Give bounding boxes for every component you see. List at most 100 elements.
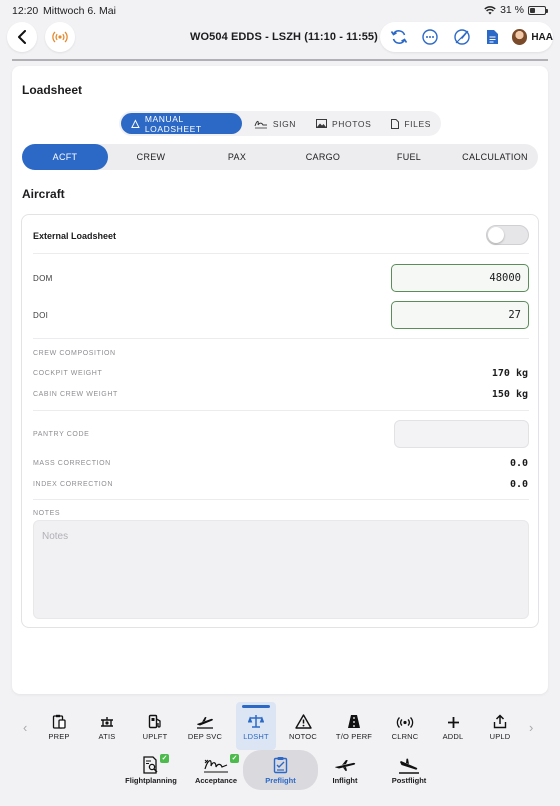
cockpit-weight-value: 170 kg <box>491 368 528 379</box>
tab-crew[interactable]: CREW <box>108 144 194 170</box>
dom-label: DOM <box>33 274 53 283</box>
battery-percent: 31 % <box>500 4 524 16</box>
status-right: 31 % <box>484 4 548 16</box>
runway-icon <box>348 715 360 728</box>
segment-sign[interactable]: SIGN <box>246 113 304 134</box>
tab-fuel[interactable]: FUEL <box>366 144 452 170</box>
module-label: UPLD <box>489 732 511 741</box>
flight-title: WO504 EDDS - LSZH (11:10 - 11:55) <box>190 31 378 43</box>
scroll-right-icon[interactable]: › <box>529 720 533 735</box>
module-upld[interactable]: UPLD <box>480 702 520 750</box>
pantry-code-input[interactable] <box>394 420 529 448</box>
segment-label: MANUAL LOADSHEET <box>144 113 202 134</box>
scale-icon <box>248 715 264 728</box>
document-icon <box>487 30 499 44</box>
photo-icon <box>316 119 328 128</box>
scale-icon <box>131 118 140 128</box>
phase-flightplanning[interactable]: ✓ Flightplanning <box>121 750 181 790</box>
tab-pax[interactable]: PAX <box>194 144 280 170</box>
doi-input[interactable]: 27 <box>391 301 529 329</box>
aircraft-title: Aircraft <box>22 187 65 201</box>
mass-correction-label: MASS CORRECTION <box>33 460 111 467</box>
cabin-crew-weight-label: CABIN CREW WEIGHT <box>33 391 118 398</box>
tab-acft[interactable]: ACFT <box>22 144 108 170</box>
module-label: UPLFT <box>142 732 168 741</box>
avatar[interactable] <box>511 29 528 45</box>
documents-button[interactable] <box>480 24 505 50</box>
cabin-crew-weight-value: 150 kg <box>491 389 528 400</box>
pantry-code-label: PANTRY CODE <box>33 431 90 438</box>
module-ldsht[interactable]: LDSHT <box>236 702 276 750</box>
departure-plane-icon <box>197 717 213 729</box>
external-loadsheet-label: External Loadsheet <box>33 231 117 241</box>
dom-input[interactable]: 48000 <box>391 264 529 292</box>
notes-label: NOTES <box>33 510 61 517</box>
top-actions: HAA <box>380 22 553 52</box>
plus-icon <box>447 717 459 728</box>
radio-icon <box>396 717 414 728</box>
phase-postflight[interactable]: Postflight <box>389 750 429 790</box>
module-uplft[interactable]: UPLFT <box>135 702 175 750</box>
module-label: DEP SVC <box>187 732 223 741</box>
clipboard-icon <box>52 714 66 729</box>
divider <box>33 499 529 500</box>
notes-textarea[interactable]: Notes <box>33 520 529 619</box>
back-button[interactable] <box>7 22 37 52</box>
tab-cargo[interactable]: CARGO <box>280 144 366 170</box>
performance-button[interactable] <box>449 24 474 50</box>
wifi-icon <box>484 5 496 14</box>
atis-icon <box>101 717 113 727</box>
gauge-icon <box>453 29 470 45</box>
phase-label: Preflight <box>265 776 296 785</box>
signature-icon <box>204 759 228 773</box>
module-to-perf[interactable]: T/O PERF <box>334 702 374 750</box>
external-loadsheet-toggle[interactable] <box>486 225 529 245</box>
loadsheet-tabs: ACFT CREW PAX CARGO FUEL CALCULATION <box>22 144 538 170</box>
done-check-icon: ✓ <box>160 754 169 763</box>
module-label: LDSHT <box>243 732 269 741</box>
warning-icon <box>294 714 312 729</box>
chevron-left-icon <box>18 30 26 44</box>
phase-acceptance[interactable]: ✓ Acceptance <box>191 750 241 790</box>
module-notoc[interactable]: NOTOC <box>283 702 323 750</box>
mass-correction-value: 0.0 <box>509 458 528 469</box>
module-addl[interactable]: ADDL <box>433 702 473 750</box>
tab-calculation[interactable]: CALCULATION <box>452 144 538 170</box>
phase-preflight[interactable]: Preflight <box>243 750 318 790</box>
segment-label: FILES <box>404 118 431 129</box>
landing-icon <box>399 758 419 774</box>
segment-photos[interactable]: PHOTOS <box>308 113 379 134</box>
status-date: Mittwoch 6. Mai <box>43 5 116 17</box>
module-dep-svc[interactable]: DEP SVC <box>185 702 225 750</box>
module-label: ATIS <box>98 732 116 741</box>
scroll-left-icon[interactable]: ‹ <box>23 720 27 735</box>
more-button[interactable] <box>417 24 442 50</box>
sync-icon <box>390 30 407 44</box>
doi-label: DOI <box>33 311 49 320</box>
document-search-icon <box>143 756 158 774</box>
segment-label: SIGN <box>272 118 297 129</box>
module-prep[interactable]: PREP <box>39 702 79 750</box>
segment-label: PHOTOS <box>332 118 372 129</box>
segment-manual-loadsheet[interactable]: MANUAL LOADSHEET <box>121 113 242 134</box>
status-bar: 12:20 Mittwoch 6. Mai 31 % <box>0 0 560 22</box>
battery-icon <box>528 5 548 15</box>
user-code[interactable]: HAA <box>531 32 553 43</box>
signature-icon <box>254 120 267 128</box>
loadsheet-mode-switch: MANUAL LOADSHEET SIGN PHOTOS FILES <box>119 111 441 136</box>
checklist-icon <box>273 757 287 774</box>
phase-label: Postflight <box>391 776 427 785</box>
module-atis[interactable]: ATIS <box>87 702 127 750</box>
phase-inflight[interactable]: Inflight <box>325 750 365 790</box>
notes-placeholder: Notes <box>42 531 69 542</box>
module-label: ADDL <box>442 732 464 741</box>
module-bar: ‹ PREP ATIS UPLFT DEP SVC LDSHT NOTOC T/… <box>0 702 560 750</box>
module-clrnc[interactable]: CLRNC <box>385 702 425 750</box>
segment-files[interactable]: FILES <box>383 113 439 134</box>
connection-status-button[interactable] <box>45 22 75 52</box>
sync-button[interactable] <box>386 24 411 50</box>
cockpit-weight-label: COCKPIT WEIGHT <box>33 370 103 377</box>
module-label: PREP <box>48 732 70 741</box>
phase-bar: ✓ Flightplanning ✓ Acceptance Preflight … <box>0 750 560 795</box>
plane-icon <box>335 760 356 771</box>
